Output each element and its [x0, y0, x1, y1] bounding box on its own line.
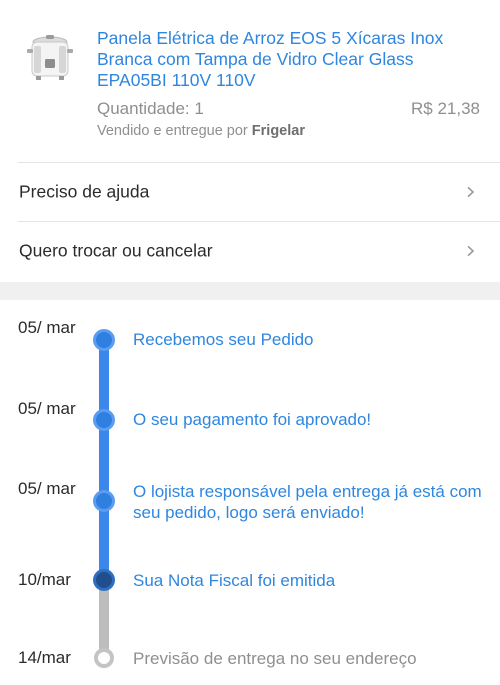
step-date: 05/ mar	[18, 318, 76, 337]
step-done-dot-icon	[93, 490, 115, 512]
seller-prefix: Vendido e entregue por	[97, 123, 252, 139]
product-title-link[interactable]: Panela Elétrica de Arroz EOS 5 Xícaras I…	[97, 28, 487, 91]
step-date: 05/ mar	[18, 399, 76, 418]
step-done-dot-icon	[93, 409, 115, 431]
order-product-card: Panela Elétrica de Arroz EOS 5 Xícaras I…	[0, 0, 500, 162]
step-text: Sua Nota Fiscal foi emitida	[133, 571, 336, 590]
step-text: Previsão de entrega no seu endereço	[133, 649, 417, 668]
section-separator	[0, 282, 500, 300]
step-done-dot-icon	[93, 329, 115, 351]
step-text: Recebemos seu Pedido	[133, 330, 314, 349]
step-date: 14/mar	[18, 648, 71, 667]
step-date: 05/ mar	[18, 479, 76, 498]
exchange-cancel-row[interactable]: Quero trocar ou cancelar	[0, 222, 500, 280]
timeline-progress-rail	[99, 340, 109, 580]
chevron-right-icon	[467, 186, 475, 198]
chevron-right-icon	[467, 245, 475, 257]
step-current-dot-icon	[93, 569, 115, 591]
order-tracking-timeline: 05/ mar Recebemos seu Pedido 05/ mar O s…	[0, 300, 500, 685]
exchange-cancel-label: Quero trocar ou cancelar	[19, 240, 213, 261]
step-date: 10/mar	[18, 570, 71, 589]
seller-name: Frigelar	[251, 123, 305, 139]
help-row[interactable]: Preciso de ajuda	[0, 163, 500, 221]
product-price: R$ 21,38	[411, 99, 480, 118]
step-text: O seu pagamento foi aprovado!	[133, 410, 372, 429]
step-pending-dot-icon	[94, 648, 114, 668]
step-text: O lojista responsável pela entrega já es…	[133, 482, 482, 522]
seller-info: Vendido e entregue por Frigelar	[97, 123, 305, 139]
rice-cooker-image	[27, 35, 73, 80]
product-quantity: Quantidade: 1	[97, 99, 204, 118]
help-label: Preciso de ajuda	[19, 181, 150, 202]
